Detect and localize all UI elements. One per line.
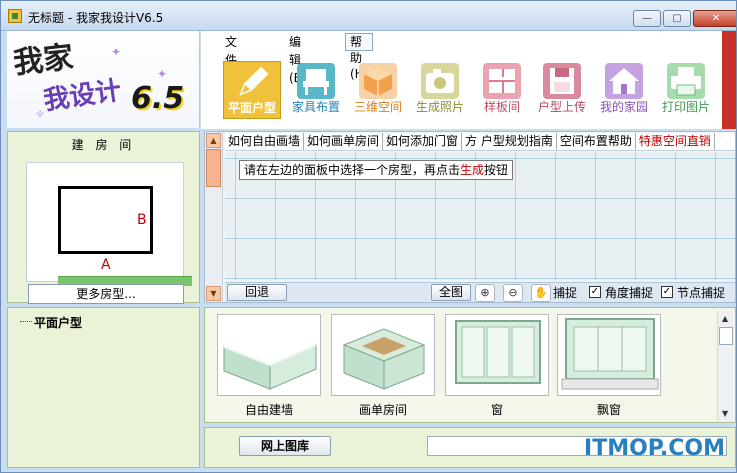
tree-connector (20, 321, 32, 322)
app-icon (8, 9, 22, 23)
hint-highlight: 生成 (460, 163, 485, 177)
scroll-up-icon[interactable]: ▲ (206, 133, 221, 148)
scroll-down-icon[interactable]: ▼ (722, 409, 728, 418)
gallery-label: 画单房间 (358, 403, 407, 417)
gallery-label: 自由建墙 (244, 403, 293, 417)
title-bar[interactable]: 无标题 - 我家我设计V6.5 — ▢ ✕ (1, 1, 736, 31)
zoom-in-icon[interactable]: ⊕ (475, 284, 495, 302)
zoom-out-icon[interactable]: ⊖ (503, 284, 523, 302)
tool-my-home[interactable]: 我的家园 (595, 61, 653, 119)
toolbar-area: 文件(F) 编辑(E) 帮助(H) 平面户型 家具布置 三维空间 (201, 31, 736, 129)
dimension-label-a: A (101, 257, 111, 273)
gallery-item-window[interactable]: 窗 (445, 314, 549, 420)
tree-node-floor-plan[interactable]: 平面户型 (34, 314, 82, 331)
tool-label: 户型上传 (537, 100, 586, 114)
build-room-panel: 建 房 间 A B 更多房型... (7, 131, 200, 304)
app-window: 无标题 - 我家我设计V6.5 — ▢ ✕ 我家 我设计 6.5 ✦ ✦ ✧ 文… (0, 0, 737, 473)
floorplan-icon (483, 63, 521, 99)
hint-tooltip: 请在左边的面板中选择一个房型，再点击生成按钮 (239, 160, 514, 180)
close-button[interactable]: ✕ (693, 10, 736, 27)
scroll-thumb[interactable] (719, 327, 733, 345)
gallery-scrollbar[interactable]: ▲ ▼ (717, 311, 733, 421)
minimize-button[interactable]: — (633, 10, 661, 27)
room-template-preview[interactable]: A B (26, 162, 192, 286)
pan-hand-icon[interactable]: ✋ (531, 284, 551, 302)
tool-label: 三维空间 (353, 100, 402, 114)
panel-header: 建 房 间 (71, 138, 136, 152)
gallery-label: 窗 (490, 403, 503, 417)
chair-icon (297, 63, 335, 99)
cube-icon (359, 63, 397, 99)
sparkle-icon: ✦ (157, 67, 168, 81)
house-icon (605, 63, 643, 99)
scroll-down-icon[interactable]: ▼ (206, 286, 221, 301)
help-tabs: 如何自由画墙 如何画单房间 如何添加门窗方 户型规划指南 空间布置帮助 特惠空间直销 (225, 133, 735, 151)
component-gallery: 自由建墙 画单房间 窗 飘窗 ▲ ▼ (204, 307, 736, 423)
tab-space-help[interactable]: 空间布置帮助 (557, 133, 636, 150)
tool-label: 我的家园 (599, 100, 648, 114)
more-room-types-button[interactable]: 更多房型... (28, 284, 184, 304)
site-watermark: ITMOP.COM (584, 436, 725, 461)
scroll-up-icon[interactable]: ▲ (722, 314, 728, 323)
restore-button[interactable]: ▢ (663, 10, 691, 27)
vertical-scrollbar[interactable]: ▲ ▼ (205, 132, 223, 302)
sparkle-icon: ✦ (111, 45, 122, 59)
node-capture-label: 节点捕捉 (677, 286, 726, 300)
camera-icon (421, 63, 459, 99)
tool-label: 打印图片 (661, 100, 710, 114)
pencil-icon (233, 64, 271, 100)
gallery-label: 飘窗 (596, 403, 621, 417)
tool-print[interactable]: 打印图片 (657, 61, 715, 119)
capture-label: 捕捉 (553, 286, 578, 300)
dimension-label-b: B (137, 212, 147, 228)
tab-special-offer[interactable]: 特惠空间直销 (636, 133, 715, 150)
scroll-thumb[interactable] (206, 149, 221, 187)
tree-panel: 平面户型 (7, 307, 200, 468)
free-wall-thumbnail (217, 314, 321, 396)
app-logo: 我家 我设计 6.5 ✦ ✦ ✧ (7, 31, 200, 128)
tool-label: 平面户型 (227, 101, 276, 115)
online-gallery-button[interactable]: 网上图库 (239, 436, 331, 456)
logo-version: 6.5 (131, 81, 185, 116)
tool-sample-room[interactable]: 样板间 (473, 61, 531, 119)
side-banner (722, 31, 736, 129)
gallery-item-single-room[interactable]: 画单房间 (331, 314, 435, 420)
tool-floor-plan[interactable]: 平面户型 (223, 61, 281, 119)
footer-bar: 网上图库 ITMOP.COM (204, 427, 736, 468)
menu-help[interactable]: 帮助(H) (345, 33, 374, 81)
logo-line1: 我家 (11, 39, 76, 82)
gallery-item-bay-window[interactable]: 飘窗 (557, 314, 661, 420)
hint-text-end: 按钮 (484, 163, 509, 177)
hint-text: 请在左边的面板中选择一个房型，再点击 (244, 163, 461, 177)
single-room-thumbnail (331, 314, 435, 396)
tool-furniture[interactable]: 家具布置 (287, 61, 345, 119)
tool-upload[interactable]: 户型上传 (533, 61, 591, 119)
bay-window-thumbnail (557, 314, 661, 396)
menu-file[interactable]: 文件(F) (221, 33, 245, 85)
canvas-toolbar: 回退 全图 ⊕ ⊖ ✋ 捕捉 ✓ 角度捕捉 ✓ 节点捕捉 (225, 282, 735, 302)
sparkle-icon: ✧ (35, 107, 46, 121)
tool-label: 生成照片 (415, 100, 464, 114)
tab-add-door-window[interactable]: 如何添加门窗 (383, 133, 463, 150)
floppy-icon (543, 63, 581, 99)
tool-photo[interactable]: 生成照片 (411, 61, 469, 119)
tab-free-wall[interactable]: 如何自由画墙 (225, 133, 305, 150)
window-title: 无标题 - 我家我设计V6.5 (28, 11, 164, 25)
printer-icon (667, 63, 705, 99)
drawing-canvas-area: ▲ ▼ 如何自由画墙 如何画单房间 如何添加门窗方 户型规划指南 空间布置帮助 特惠空间… (204, 131, 736, 303)
undo-button[interactable]: 回退 (227, 284, 287, 301)
tab-single-room[interactable]: 如何画单房间 (304, 133, 384, 150)
tool-label: 家具布置 (291, 100, 340, 114)
tool-3d-space[interactable]: 三维空间 (349, 61, 407, 119)
angle-capture-label: 角度捕捉 (605, 286, 654, 300)
tab-plan-guide[interactable]: 方 户型规划指南 (462, 133, 557, 150)
gallery-item-free-wall[interactable]: 自由建墙 (217, 314, 321, 420)
window-thumbnail (445, 314, 549, 396)
angle-capture-checkbox[interactable]: ✓ (589, 286, 601, 298)
node-capture-checkbox[interactable]: ✓ (661, 286, 673, 298)
menu-edit[interactable]: 编辑(E) (285, 33, 310, 85)
tool-label: 样板间 (483, 100, 520, 114)
fit-all-button[interactable]: 全图 (431, 284, 471, 301)
